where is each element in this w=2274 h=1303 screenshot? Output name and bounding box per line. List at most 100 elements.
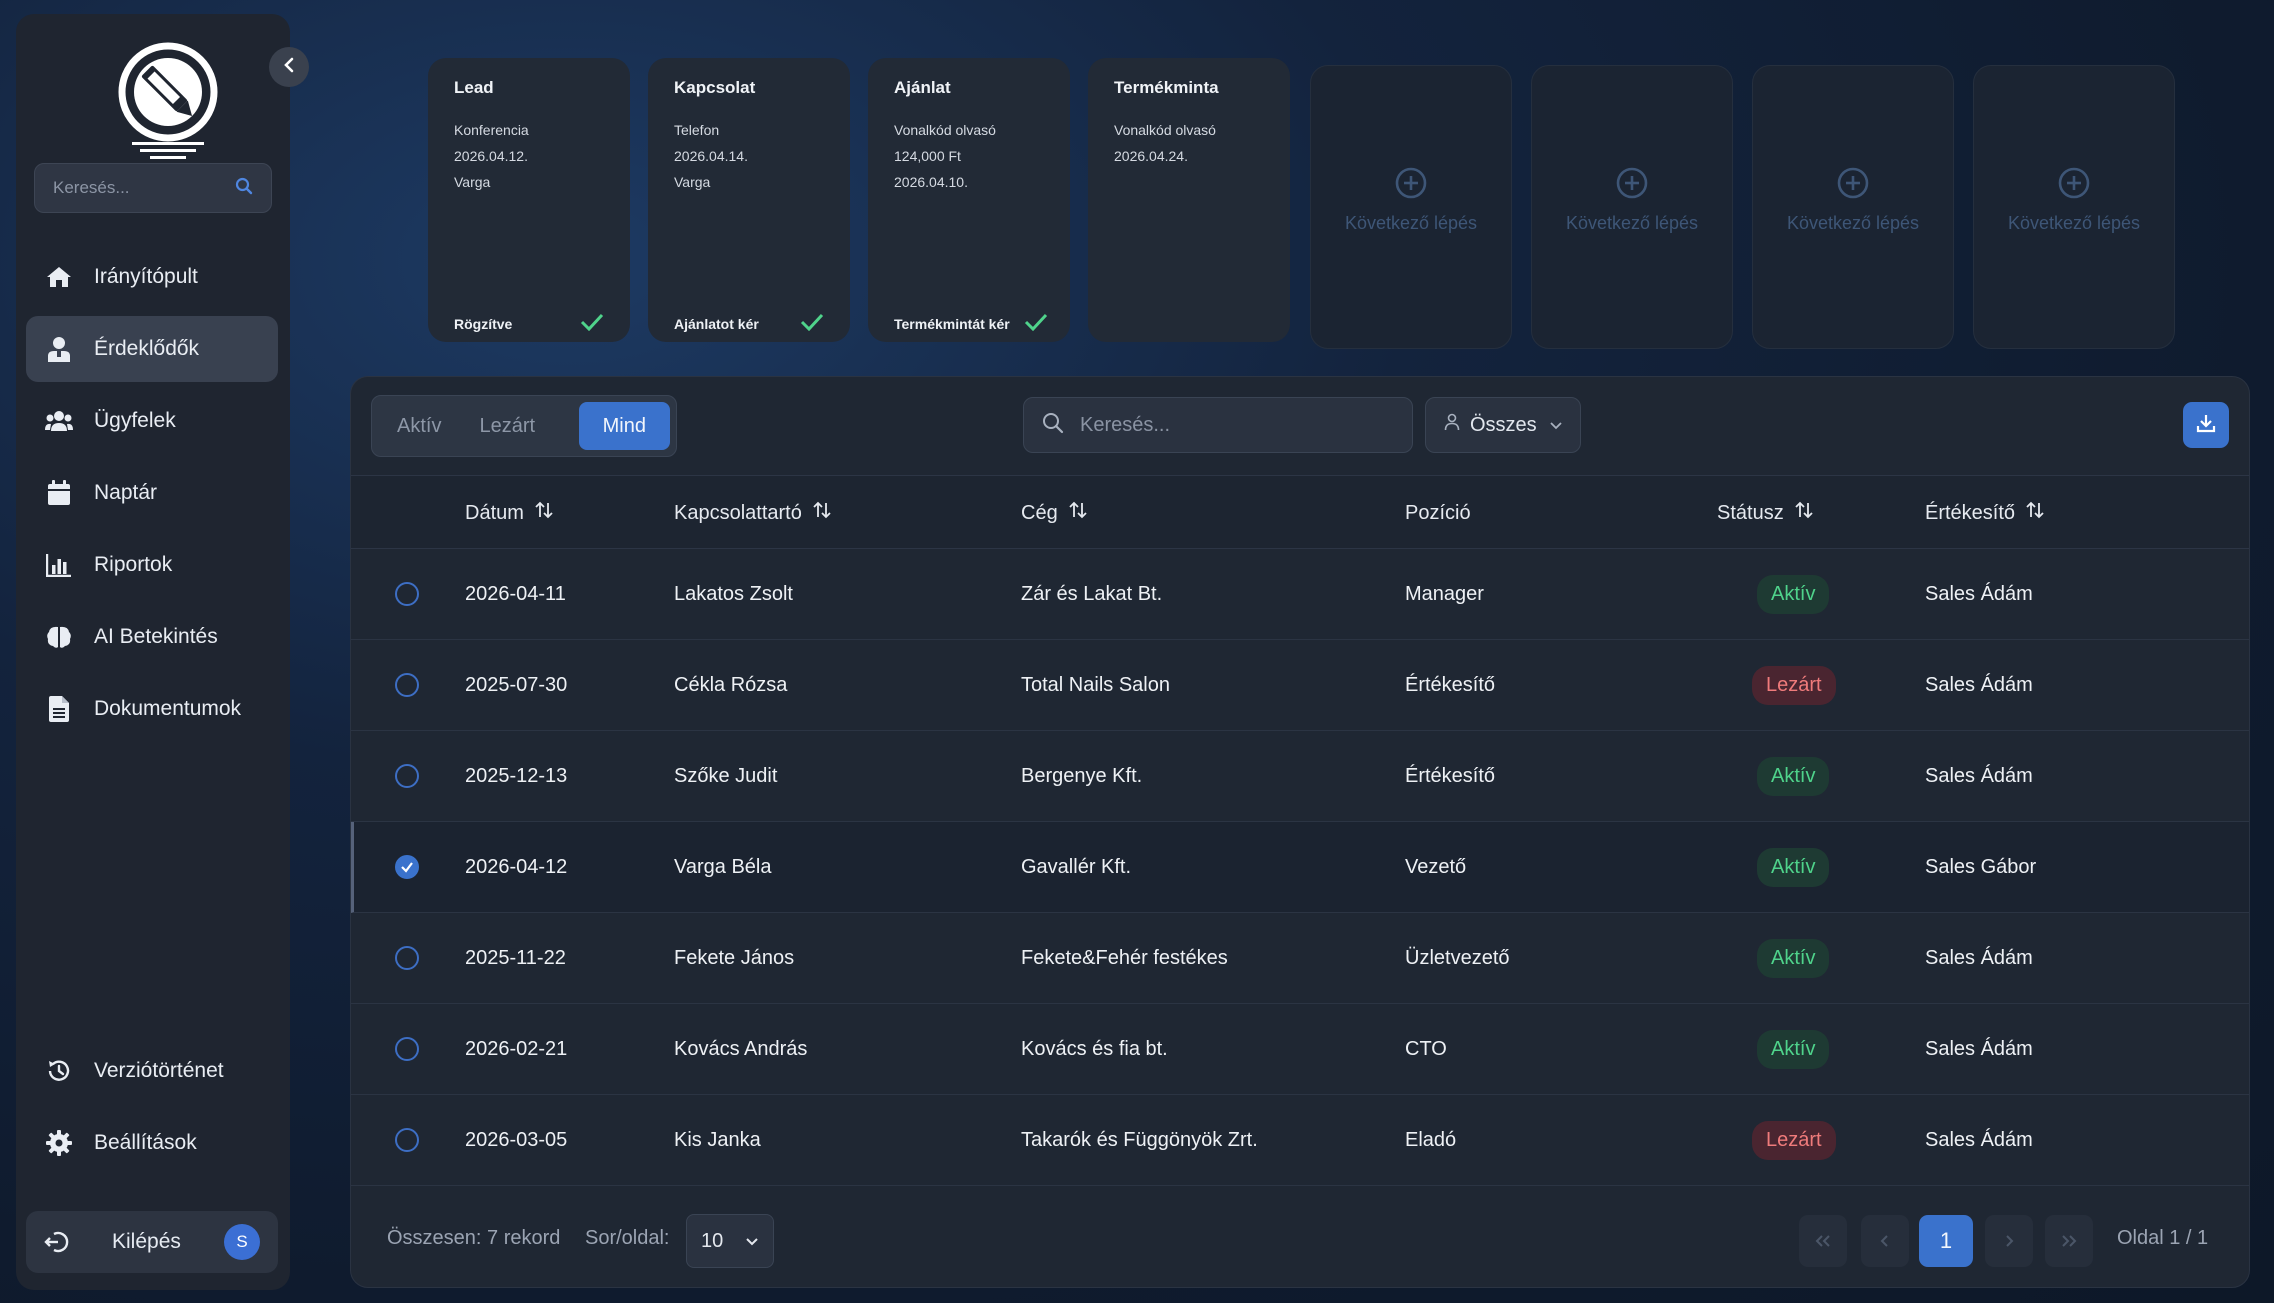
table-row[interactable]: 2025-12-13 Szőke Judit Bergenye Kft. Ért… [351,731,2249,822]
leads-table-panel: Aktív Lezárt Mind Összes Dátum Kapcsolat… [350,376,2250,1288]
users-icon [44,406,74,436]
collapse-sidebar-button[interactable] [269,47,309,87]
cell-company: Bergenye Kft. [1021,764,1143,787]
cell-position: Vezető [1405,855,1467,878]
cell-company: Zár és Lakat Bt. [1021,582,1163,605]
plus-circle-icon [1394,166,1428,205]
logout-label: Kilépés [112,1230,181,1253]
row-select-radio[interactable] [395,946,419,970]
next-step-card[interactable]: Következő lépés [1752,65,1954,349]
cell-contact: Kis Janka [674,1128,761,1151]
cell-date: 2025-11-22 [465,946,566,969]
cell-date: 2025-07-30 [465,673,568,696]
table-row[interactable]: 2025-11-22 Fekete János Fekete&Fehér fes… [351,913,2249,1004]
stage-title: Termékminta [1114,78,1219,97]
table-row[interactable]: 2026-04-11 Lakatos Zsolt Zár és Lakat Bt… [351,549,2249,640]
table-footer: Összesen: 7 rekord Sor/oldal: 10 1 Oldal… [351,1197,2249,1287]
check-icon [1024,313,1048,334]
chevron-left-icon [282,57,296,78]
next-step-card[interactable]: Következő lépés [1973,65,2175,349]
cell-company: Takarók és Függönyök Zrt. [1021,1128,1258,1151]
row-select-radio[interactable] [395,764,419,788]
cell-position: Üzletvezető [1405,946,1510,969]
cell-contact: Szőke Judit [674,764,778,787]
tab-lezart[interactable]: Lezárt [460,402,554,450]
first-page-button[interactable] [1799,1215,1847,1267]
sidebar-item-label: Dokumentumok [94,697,242,720]
sidebar-item-riportok[interactable]: Riportok [26,532,278,598]
table-row[interactable]: 2026-02-21 Kovács András Kovács és fia b… [351,1004,2249,1095]
sidebar-item-verziotortenet[interactable]: Verziótörténet [26,1038,278,1104]
prev-page-button[interactable] [1861,1215,1909,1267]
next-step-card[interactable]: Következő lépés [1531,65,1733,349]
cell-company: Fekete&Fehér festékes [1021,946,1228,969]
sidebar-search[interactable] [34,163,272,213]
sidebar-item-naptar[interactable]: Naptár [26,460,278,526]
salesperson-filter-dropdown[interactable]: Összes [1425,397,1581,453]
row-select-radio[interactable] [395,582,419,606]
avatar[interactable]: S [224,1224,260,1260]
tab-mind[interactable]: Mind [578,402,670,450]
table-search-input[interactable] [1080,413,1400,437]
sidebar-item-beallitasok[interactable]: Beállítások [26,1110,278,1176]
column-header-kapcsolattarto[interactable]: Kapcsolattartó [674,476,832,550]
last-page-button[interactable] [2045,1215,2093,1267]
row-select-radio[interactable] [395,673,419,697]
sidebar-item-ai-betekintes[interactable]: AI Betekintés [26,604,278,670]
stage-status: Ajánlatot kér [674,313,824,334]
cell-salesperson: Sales Ádám [1925,1037,2033,1060]
stage-line: 2026.04.12. [454,148,528,164]
row-select-radio[interactable] [395,1037,419,1061]
rows-per-page-value: 10 [701,1229,724,1252]
cell-company: Total Nails Salon [1021,673,1170,696]
user-icon [1444,413,1460,437]
stage-card-termekminta[interactable]: Termékminta Vonalkód olvasó 2026.04.24. [1088,58,1290,342]
download-button[interactable] [2183,402,2229,448]
cell-position: Értékesítő [1405,764,1496,787]
stage-card-lead[interactable]: Lead Konferencia 2026.04.12. Varga Rögzí… [428,58,630,342]
sidebar-nav: Irányítópult Érdeklődők Ügyfelek Naptár … [26,244,278,748]
table-search[interactable] [1023,397,1413,453]
stage-card-ajanlat[interactable]: Ajánlat Vonalkód olvasó 124,000 Ft 2026.… [868,58,1070,342]
stage-title: Lead [454,78,494,97]
table-row[interactable]: 2026-04-12 Varga Béla Gavallér Kft. Veze… [351,822,2249,913]
sort-icon [812,500,832,526]
column-header-statusz[interactable]: Státusz [1717,476,1814,550]
record-count: Összesen: 7 rekord [387,1227,561,1249]
next-page-button[interactable] [1985,1215,2033,1267]
download-icon [2196,413,2216,438]
stage-status: Termékmintát kér [894,313,1048,334]
page-button-current[interactable]: 1 [1919,1215,1973,1267]
table-header: Dátum Kapcsolattartó Cég Pozíció Státusz… [351,475,2249,549]
plus-circle-icon [2057,166,2091,205]
sidebar-item-label: Verziótörténet [94,1059,224,1082]
table-row[interactable]: 2025-07-30 Cékla Rózsa Total Nails Salon… [351,640,2249,731]
logout-button[interactable]: Kilépés S [26,1211,278,1273]
calendar-icon [44,478,74,508]
sidebar-item-iranyitopult[interactable]: Irányítópult [26,244,278,310]
check-icon [580,313,604,334]
search-icon [1042,412,1064,439]
sidebar-item-ugyfelek[interactable]: Ügyfelek [26,388,278,454]
sidebar-item-label: Ügyfelek [94,409,176,432]
tab-aktiv[interactable]: Aktív [378,402,460,450]
cell-salesperson: Sales Ádám [1925,764,2033,787]
row-select-radio[interactable] [395,855,419,879]
sort-icon [534,500,554,526]
rows-per-page-select[interactable]: 10 [686,1214,774,1268]
column-header-ertekesito[interactable]: Értékesítő [1925,476,2045,550]
next-step-card[interactable]: Következő lépés [1310,65,1512,349]
table-row[interactable]: 2026-03-05 Kis Janka Takarók és Függönyö… [351,1095,2249,1186]
stage-status-label: Termékmintát kér [894,315,1010,332]
cell-date: 2026-04-12 [465,855,568,878]
column-header-ceg[interactable]: Cég [1021,476,1088,550]
sidebar-item-dokumentumok[interactable]: Dokumentumok [26,676,278,742]
sidebar-search-input[interactable] [53,178,223,198]
stage-card-kapcsolat[interactable]: Kapcsolat Telefon 2026.04.14. Varga Aján… [648,58,850,342]
column-header-datum[interactable]: Dátum [465,476,554,550]
row-select-radio[interactable] [395,1128,419,1152]
chevron-down-icon [745,1230,759,1253]
sidebar-bottom-nav: Verziótörténet Beállítások [26,1038,278,1182]
sidebar-item-erdeklodok[interactable]: Érdeklődők [26,316,278,382]
double-chevron-right-icon [2060,1228,2078,1254]
